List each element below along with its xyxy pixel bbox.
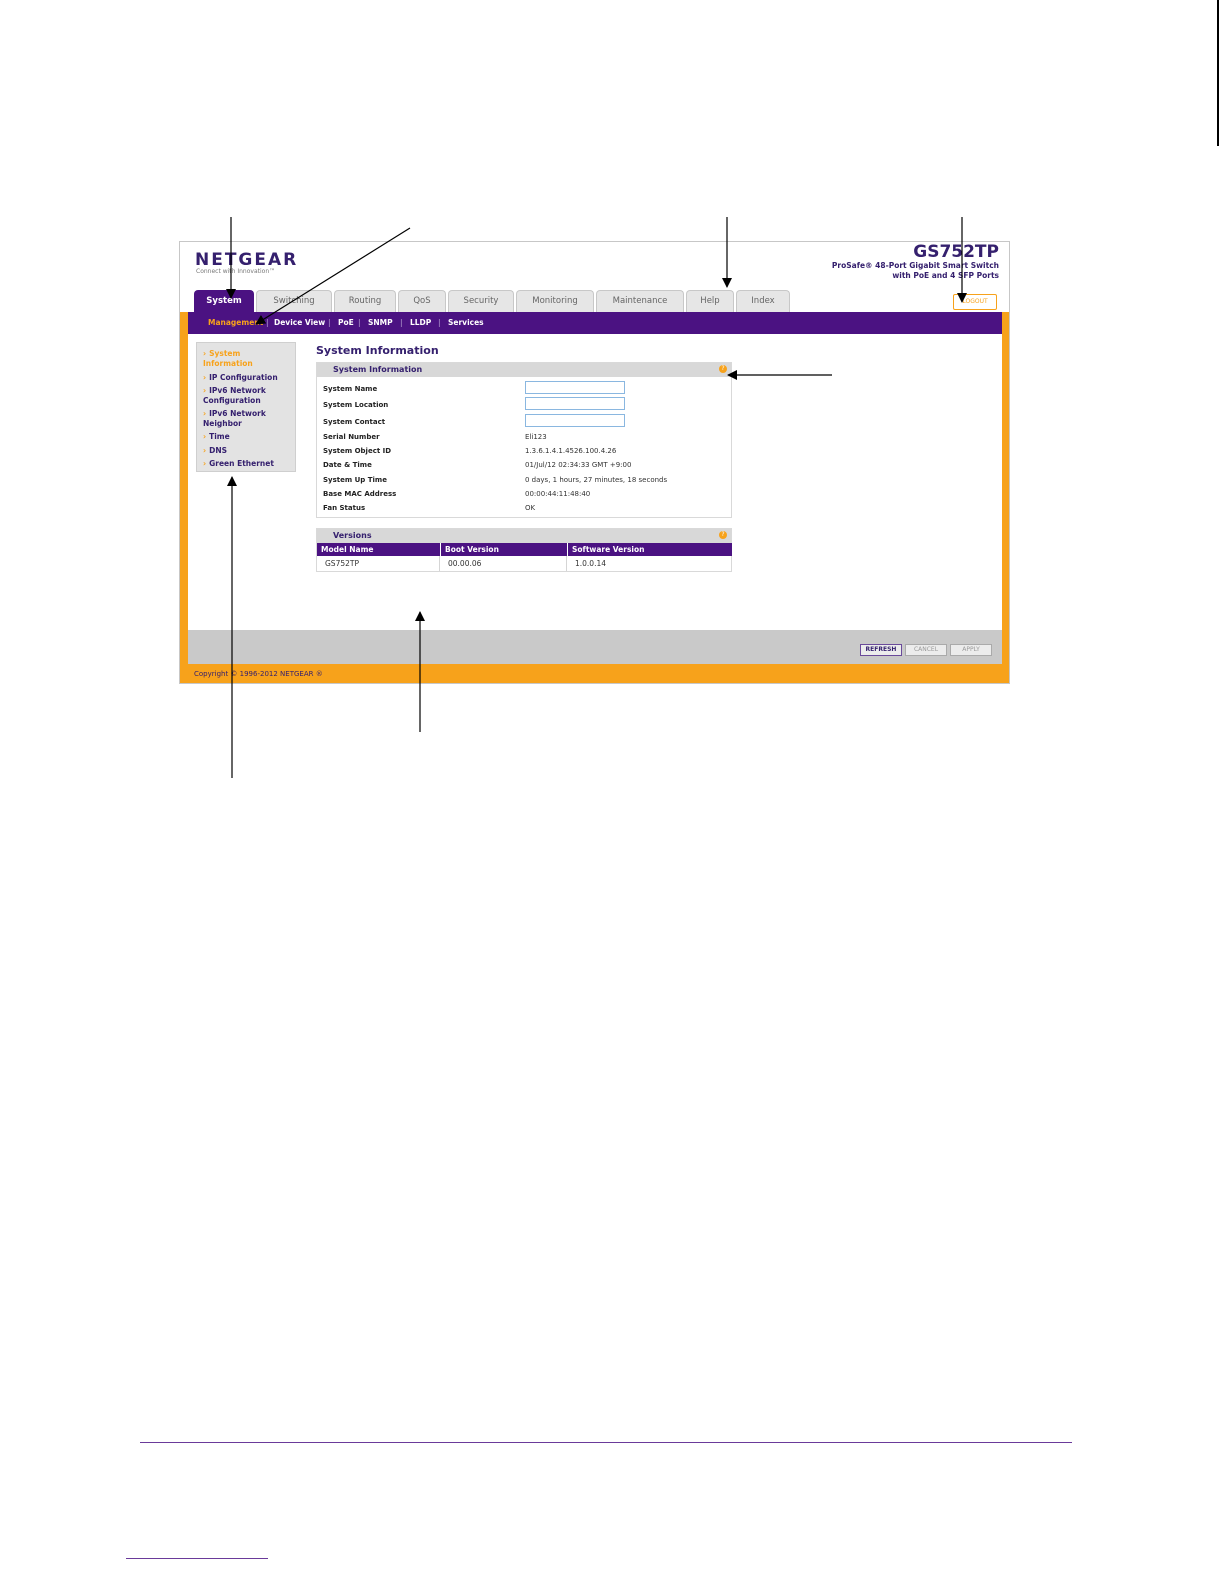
model-desc-line1: ProSafe® 48-Port Gigabit Smart Switch xyxy=(831,261,999,270)
column-header: Model Name xyxy=(317,543,443,556)
logout-button[interactable]: LOGOUT xyxy=(953,294,997,310)
system-contact-input[interactable] xyxy=(525,414,625,427)
help-icon[interactable]: ? xyxy=(719,365,727,373)
panel-header: Versions ? xyxy=(317,529,731,543)
page-edge-rule xyxy=(1217,0,1219,146)
leftnav-ipv6-network-neighbor[interactable]: › IPv6 Network Neighbor xyxy=(203,409,283,429)
cancel-button[interactable]: CANCEL xyxy=(905,644,947,656)
tab-qos[interactable]: QoS xyxy=(398,290,446,312)
footer-rule xyxy=(140,1442,1072,1443)
versions-panel: Versions ? Model Name Boot Version Softw… xyxy=(316,528,732,572)
logo-tagline: Connect with Innovation™ xyxy=(196,268,276,275)
action-bar: REFRESH CANCEL APPLY xyxy=(188,630,1002,664)
model-description: ProSafe® 48-Port Gigabit Smart Switch wi… xyxy=(769,261,999,281)
leftnav-system-information[interactable]: › System Information xyxy=(203,349,291,369)
leftnav-green-ethernet[interactable]: › Green Ethernet xyxy=(203,459,274,469)
leftnav-dns[interactable]: › DNS xyxy=(203,446,227,456)
copyright: Copyright © 1996-2012 NETGEAR ® xyxy=(194,670,323,678)
table-cell: 00.00.06 xyxy=(440,556,567,571)
system-location-input[interactable] xyxy=(525,397,625,410)
tab-monitoring[interactable]: Monitoring xyxy=(516,290,594,312)
netgear-logo: NETGEAR xyxy=(195,250,299,270)
tab-routing[interactable]: Routing xyxy=(334,290,396,312)
panel-title: System Information xyxy=(333,365,423,374)
system-name-input[interactable] xyxy=(525,381,625,394)
table-cell: GS752TP xyxy=(317,556,440,571)
table-cell: 1.0.0.14 xyxy=(575,559,607,568)
panel-title: Versions xyxy=(333,531,372,540)
leftnav-ipv6-network-configuration[interactable]: › IPv6 Network Configuration xyxy=(203,386,283,406)
refresh-button[interactable]: REFRESH xyxy=(860,644,902,656)
tab-maintenance[interactable]: Maintenance xyxy=(596,290,684,312)
switch-ui-screenshot: NETGEAR Connect with Innovation™ GS752TP… xyxy=(179,241,1010,684)
subnav-device-view[interactable]: Device View xyxy=(274,318,325,327)
leftnav-ip-configuration[interactable]: › IP Configuration xyxy=(203,373,295,383)
system-information-panel: System Information ? System Name System … xyxy=(316,362,732,518)
subnav-services[interactable]: Services xyxy=(448,318,484,327)
help-icon[interactable]: ? xyxy=(719,531,727,539)
subnav-management[interactable]: Management xyxy=(208,318,263,327)
callout-arrows xyxy=(226,217,967,778)
page-title: System Information xyxy=(316,344,439,357)
subnav-poe[interactable]: PoE xyxy=(338,318,354,327)
tab-security[interactable]: Security xyxy=(448,290,514,312)
column-header: Boot Version xyxy=(440,543,571,556)
sub-navigation: Management | Device View | PoE | SNMP | … xyxy=(188,312,1002,334)
tab-help[interactable]: Help xyxy=(686,290,734,312)
column-header: Software Version xyxy=(567,543,732,556)
footer-link-underline xyxy=(126,1558,268,1559)
main-content: › System Information › IP Configuration › I… xyxy=(188,334,1002,630)
left-navigation: › System Information › IP Configuration › I… xyxy=(196,342,296,472)
apply-button[interactable]: APPLY xyxy=(950,644,992,656)
leftnav-time[interactable]: › Time xyxy=(203,432,230,442)
model-name: GS752TP xyxy=(913,242,999,262)
header: NETGEAR Connect with Innovation™ GS752TP… xyxy=(180,242,1009,312)
model-desc-line2: with PoE and 4 SFP Ports xyxy=(892,271,999,280)
tab-switching[interactable]: Switching xyxy=(256,290,332,312)
subnav-snmp[interactable]: SNMP xyxy=(368,318,393,327)
tab-index[interactable]: Index xyxy=(736,290,790,312)
panel-header: System Information ? xyxy=(317,363,731,377)
subnav-lldp[interactable]: LLDP xyxy=(410,318,431,327)
tab-system[interactable]: System xyxy=(194,290,254,312)
